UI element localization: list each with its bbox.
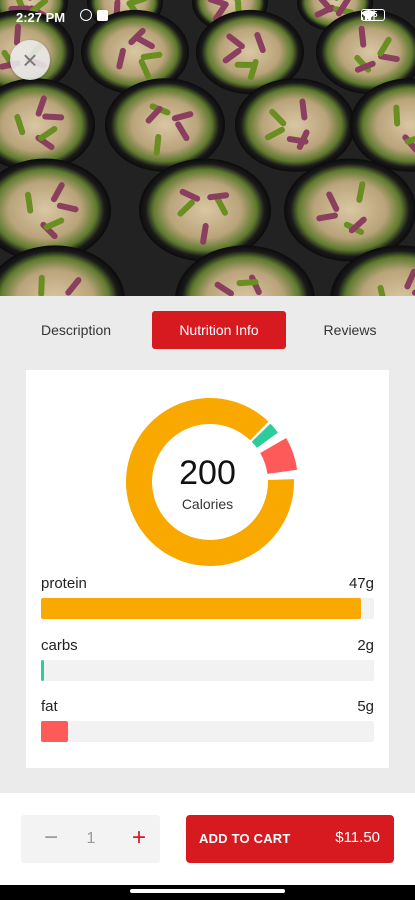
price: $11.50 (335, 829, 380, 846)
notification-icon (97, 9, 108, 21)
calories-value: 200 (179, 454, 236, 492)
calories-label: Calories (181, 496, 234, 512)
nutrient-bar-fill (41, 660, 45, 681)
food-garnish (42, 113, 65, 121)
cart-bar: − 1 + ADD TO CART $11.50 (0, 793, 415, 885)
nutrient-bar-track (41, 598, 374, 619)
nutrient-protein: protein 47g (41, 575, 374, 625)
food-garnish (38, 274, 45, 296)
status-time: 2:27 PM (16, 10, 66, 25)
meal-photo: 2:27 PM 85 × (0, 0, 415, 296)
decrease-quantity-button[interactable]: − (31, 815, 71, 863)
meal-prep-containers-image (0, 0, 415, 296)
nutrient-bar-track (41, 721, 374, 742)
food-bowl (235, 78, 355, 172)
nutrient-amount: 2g (357, 637, 374, 654)
system-navigation-bar (0, 885, 415, 900)
nutrient-carbs: carbs 2g (41, 637, 374, 687)
alarm-icon (80, 9, 92, 21)
increase-quantity-button[interactable]: + (119, 815, 159, 863)
add-to-cart-label: ADD TO CART (199, 831, 291, 846)
home-gesture-pill[interactable] (130, 889, 285, 893)
nutrient-bar-track (41, 660, 374, 681)
tab-bar: Description Nutrition Info Reviews (0, 296, 415, 366)
battery-icon: 85 (361, 9, 385, 21)
close-button[interactable]: × (10, 40, 50, 80)
food-garnish (234, 61, 257, 69)
nutrient-bar-fill (41, 598, 361, 619)
tab-description[interactable]: Description (20, 311, 132, 349)
nutrient-bar-fill (41, 721, 68, 742)
nutrition-card: 200 Calories protein 47g carbs 2g fat 5g (26, 370, 389, 768)
nutrient-fat: fat 5g (41, 698, 374, 748)
nutrient-amount: 47g (348, 575, 374, 592)
status-bar: 2:27 PM 85 (0, 0, 415, 36)
food-garnish (393, 104, 401, 127)
nutrient-name: protein (41, 575, 87, 592)
food-bowl (105, 78, 225, 172)
nutrient-amount: 5g (357, 698, 374, 715)
quantity-value: 1 (86, 830, 96, 847)
tab-reviews[interactable]: Reviews (304, 311, 396, 349)
nutrient-name: carbs (41, 637, 78, 654)
tab-nutrition-info[interactable]: Nutrition Info (152, 311, 286, 349)
nutrient-name: fat (41, 698, 58, 715)
add-to-cart-button[interactable]: ADD TO CART $11.50 (186, 815, 394, 863)
quantity-stepper: − 1 + (21, 815, 160, 863)
